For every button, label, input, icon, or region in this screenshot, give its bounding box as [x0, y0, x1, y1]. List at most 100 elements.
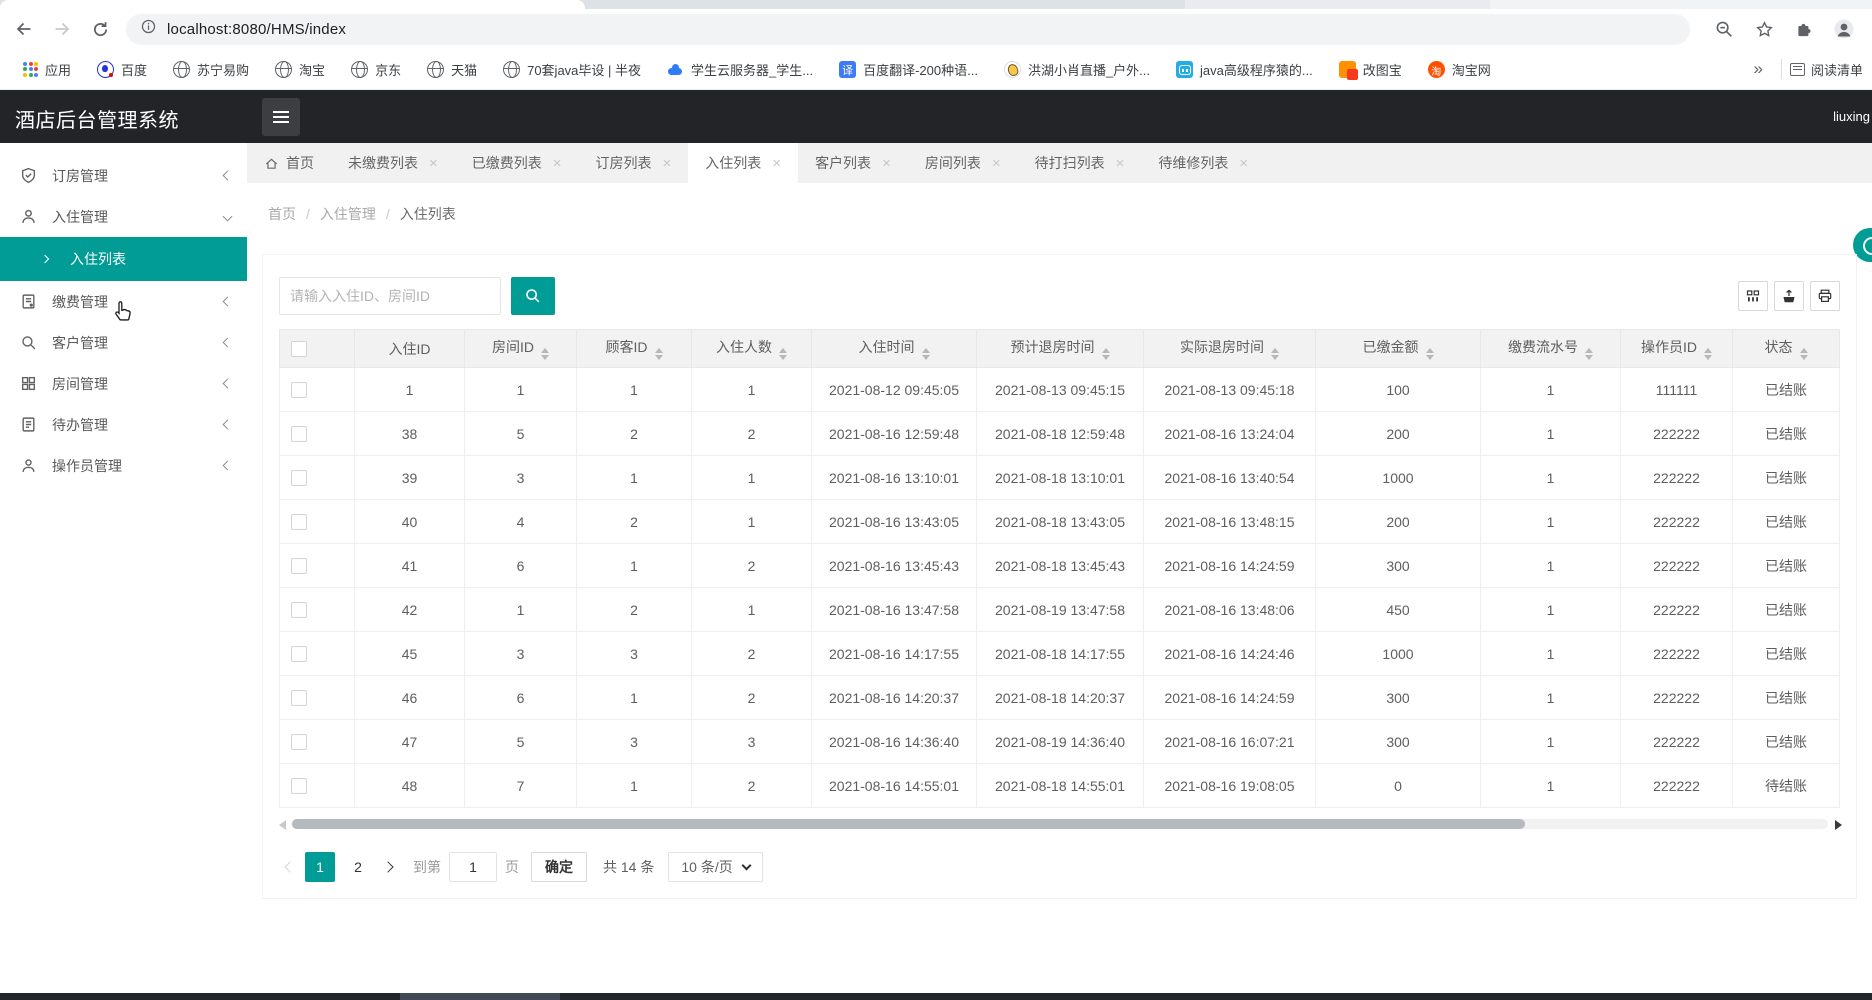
scroll-right-arrow-icon[interactable]: [1835, 820, 1842, 830]
sort-icon[interactable]: [1425, 347, 1434, 361]
col-header[interactable]: 顾客ID: [576, 329, 692, 368]
page-button-1[interactable]: 1: [305, 852, 335, 882]
row-checkbox[interactable]: [291, 646, 307, 663]
sort-icon[interactable]: [654, 347, 663, 361]
col-header[interactable]: 入住人数: [691, 329, 812, 368]
tab-close-icon[interactable]: ×: [882, 156, 891, 171]
goto-page-input[interactable]: [449, 852, 497, 882]
prev-page-button[interactable]: [279, 861, 301, 873]
sort-icon[interactable]: [1585, 347, 1593, 361]
sidebar-item-shield[interactable]: 订房管理: [0, 155, 247, 196]
sort-icon[interactable]: [541, 347, 549, 361]
row-checkbox[interactable]: [291, 690, 307, 707]
back-icon[interactable]: [10, 15, 38, 43]
print-button[interactable]: [1810, 281, 1840, 311]
sidebar-item-form[interactable]: 缴费管理: [0, 281, 247, 322]
zoom-icon[interactable]: [1711, 16, 1737, 42]
row-checkbox[interactable]: [291, 514, 307, 531]
tab-6[interactable]: 房间列表 ×: [908, 143, 1018, 183]
col-header[interactable]: 入住时间: [811, 329, 977, 368]
confirm-button[interactable]: 确定: [531, 852, 587, 882]
row-checkbox[interactable]: [291, 602, 307, 619]
tab-close-icon[interactable]: ×: [1239, 156, 1248, 171]
row-checkbox[interactable]: [291, 470, 307, 487]
sidebar-item-user[interactable]: 入住管理: [0, 196, 247, 237]
bookmark-item[interactable]: 苏宁易购: [173, 60, 249, 79]
tab-close-icon[interactable]: ×: [992, 156, 1001, 171]
search-input[interactable]: [279, 277, 501, 315]
sort-icon[interactable]: [1799, 347, 1808, 361]
tab-0[interactable]: 首页: [247, 143, 331, 183]
bookmark-item[interactable]: 百度翻译-200种语...: [839, 60, 978, 79]
row-checkbox[interactable]: [291, 558, 307, 575]
bookmark-item[interactable]: java高级程序猿的...: [1176, 60, 1313, 79]
sidebar-toggle-button[interactable]: [262, 98, 300, 136]
sidebar-item-grid[interactable]: 房间管理: [0, 363, 247, 404]
sort-icon[interactable]: [1101, 347, 1110, 361]
tab-5[interactable]: 客户列表 ×: [798, 143, 908, 183]
filter-columns-button[interactable]: [1738, 281, 1768, 311]
url-bar[interactable]: localhost:8080/HMS/index: [126, 13, 1690, 45]
tab-8[interactable]: 待维修列表 ×: [1141, 143, 1265, 183]
bookmark-item[interactable]: 淘宝: [275, 60, 325, 79]
bookmark-item[interactable]: 70套java毕设 | 半夜: [503, 60, 641, 79]
tab-close-icon[interactable]: ×: [1116, 156, 1125, 171]
sidebar-item-staff[interactable]: 操作员管理: [0, 445, 247, 486]
tab-4[interactable]: 入住列表 ×: [688, 143, 799, 183]
tab-close-icon[interactable]: ×: [553, 156, 562, 171]
sort-icon[interactable]: [921, 347, 930, 361]
sort-icon[interactable]: [1271, 347, 1279, 361]
next-page-button[interactable]: [377, 861, 399, 873]
col-header[interactable]: 房间ID: [464, 329, 577, 368]
row-checkbox[interactable]: [291, 426, 307, 443]
tab-close-icon[interactable]: ×: [663, 156, 672, 171]
extensions-icon[interactable]: [1791, 16, 1817, 42]
sidebar-item-search[interactable]: 客户管理: [0, 322, 247, 363]
header-checkbox[interactable]: [291, 341, 307, 358]
scroll-left-arrow-icon[interactable]: [279, 820, 286, 830]
col-header[interactable]: 状态: [1732, 329, 1840, 368]
tab-1[interactable]: 未缴费列表 ×: [331, 143, 455, 183]
browser-active-tab[interactable]: [0, 0, 585, 9]
breadcrumb-item[interactable]: 首页: [268, 206, 296, 222]
row-checkbox[interactable]: [291, 778, 307, 795]
profile-avatar[interactable]: [1831, 16, 1857, 42]
tab-7[interactable]: 待打扫列表 ×: [1018, 143, 1142, 183]
breadcrumb-item[interactable]: 入住管理: [320, 206, 376, 222]
site-info-icon[interactable]: [140, 18, 157, 40]
forward-icon[interactable]: [48, 15, 76, 43]
page-button-2[interactable]: 2: [343, 852, 373, 882]
export-button[interactable]: [1774, 281, 1804, 311]
reading-list-button[interactable]: 阅读清单: [1790, 60, 1862, 79]
tab-close-icon[interactable]: ×: [429, 156, 438, 171]
bookmark-item[interactable]: 洪湖小肖直播_户外...: [1003, 60, 1150, 79]
col-header[interactable]: 实际退房时间: [1143, 329, 1316, 368]
bookmark-item[interactable]: 百度: [97, 60, 147, 79]
page-size-select[interactable]: 10 条/页: [668, 852, 763, 882]
reload-icon[interactable]: [86, 15, 114, 43]
sort-icon[interactable]: [779, 347, 787, 361]
apps-launcher[interactable]: 应用: [23, 60, 71, 79]
sidebar-subitem[interactable]: 入住列表: [0, 237, 247, 281]
bookmark-item[interactable]: 改图宝: [1338, 60, 1402, 80]
bookmark-star-icon[interactable]: [1751, 16, 1777, 42]
row-checkbox[interactable]: [291, 734, 307, 751]
tab-3[interactable]: 订房列表 ×: [579, 143, 689, 183]
tab-2[interactable]: 已缴费列表 ×: [455, 143, 579, 183]
bookmark-item[interactable]: 京东: [351, 60, 401, 79]
scrollbar-thumb[interactable]: [292, 819, 1526, 829]
bookmark-item[interactable]: 淘宝网: [1427, 60, 1491, 79]
col-header[interactable]: 操作员ID: [1620, 329, 1733, 368]
current-user[interactable]: liuxing: [1833, 109, 1870, 124]
search-button[interactable]: [511, 277, 555, 315]
sort-icon[interactable]: [1704, 347, 1712, 361]
col-header[interactable]: 缴费流水号: [1480, 329, 1621, 368]
bookmarks-overflow-chevron[interactable]: »: [1744, 59, 1773, 79]
bookmark-item[interactable]: 学生云服务器_学生...: [667, 60, 813, 79]
tab-close-icon[interactable]: ×: [772, 156, 781, 171]
sidebar-item-note[interactable]: 待办管理: [0, 404, 247, 445]
col-header[interactable]: 已缴金额: [1315, 329, 1481, 368]
select-all-header[interactable]: [279, 329, 355, 368]
col-header[interactable]: 预计退房时间: [976, 329, 1144, 368]
bookmark-item[interactable]: 天猫: [427, 60, 477, 79]
